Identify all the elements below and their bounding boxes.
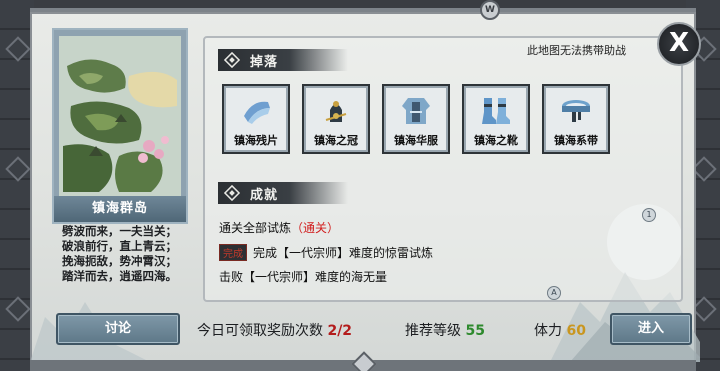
drop-item[interactable]: 镇海华服 — [382, 84, 450, 154]
belt-icon — [562, 100, 590, 122]
level-label: 推荐等级 — [405, 323, 461, 339]
stamina: 体力 60 — [534, 320, 586, 340]
drop-item[interactable]: 镇海残片 — [222, 84, 290, 154]
achievement-status: （通关） — [291, 221, 340, 235]
poem-line: 破浪前行，直上青云； — [62, 239, 177, 253]
drop-item[interactable]: 镇海之冠 — [302, 84, 370, 154]
top-marker: W — [480, 0, 500, 20]
achievements-header: 成就 — [218, 182, 348, 204]
drop-item-name: 镇海之靴 — [474, 134, 518, 147]
stamina-value: 60 — [566, 323, 586, 339]
crown-icon — [325, 101, 347, 122]
game-window: W 镇海群岛 劈波而来，一夫当关； 破浪前行，直上青云； 挽海扼敌，势冲霄汉； — [0, 0, 720, 371]
drops-header: 掉落 — [218, 49, 348, 71]
poem-line: 挽海扼敌，势冲霄汉； — [62, 254, 177, 268]
map-card: 镇海群岛 — [52, 28, 188, 224]
achievement-text: 通关全部试炼 — [219, 221, 292, 235]
stamina-label: 体力 — [534, 323, 562, 339]
poem-line: 踏洋而去，逍遥四海。 — [62, 269, 177, 283]
map-name: 镇海群岛 — [54, 196, 186, 222]
drop-item-name: 镇海系带 — [554, 134, 598, 147]
map-note: 此地图无法携带助战 — [527, 44, 626, 57]
achievement-line: 通关全部试炼（通关） — [219, 219, 339, 236]
map-poem: 劈波而来，一夫当关； 破浪前行，直上青云； 挽海扼敌，势冲霄汉； 踏洋而去，逍遥… — [62, 224, 182, 284]
stage-info-panel — [203, 36, 683, 302]
drop-item-name: 镇海华服 — [394, 134, 438, 147]
enter-button[interactable]: 进入 — [610, 313, 692, 345]
achievement-text: 击败【一代宗师】难度的海无量 — [219, 270, 388, 284]
ornament-icon — [224, 52, 240, 68]
achievements-title: 成就 — [250, 188, 279, 203]
info-bubble[interactable]: 1 — [642, 208, 656, 222]
cloth-scroll-icon — [244, 101, 270, 124]
boots-icon — [482, 98, 510, 124]
recommended-level: 推荐等级 55 — [405, 320, 485, 340]
close-button[interactable]: X — [657, 22, 701, 66]
ornament-icon — [224, 185, 240, 201]
drops-title: 掉落 — [250, 55, 279, 70]
left-pillar — [0, 0, 34, 371]
achievement-line: 完成 完成【一代宗师】难度的惊雷试炼 — [219, 244, 433, 261]
achievement-line: 击败【一代宗师】难度的海无量 — [219, 268, 387, 285]
poem-line: 劈波而来，一夫当关； — [62, 224, 177, 238]
armor-robe-icon — [402, 98, 430, 124]
level-value: 55 — [465, 323, 485, 339]
drop-item-name: 镇海残片 — [234, 134, 278, 147]
drop-item[interactable]: 镇海之靴 — [462, 84, 530, 154]
completed-stamp: 完成 — [219, 244, 247, 261]
achievement-text: 完成【一代宗师】难度的惊雷试炼 — [253, 246, 434, 260]
reward-count: 今日可领取奖励次数 2/2 — [197, 320, 352, 340]
drop-item[interactable]: 镇海系带 — [542, 84, 610, 154]
drop-item-name: 镇海之冠 — [314, 134, 358, 147]
map-thumbnail — [59, 36, 181, 196]
info-bubble[interactable]: A — [547, 286, 561, 300]
reward-value: 2/2 — [327, 323, 353, 339]
reward-label: 今日可领取奖励次数 — [197, 323, 323, 339]
discuss-button[interactable]: 讨论 — [56, 313, 180, 345]
island-map-icon — [59, 36, 181, 196]
